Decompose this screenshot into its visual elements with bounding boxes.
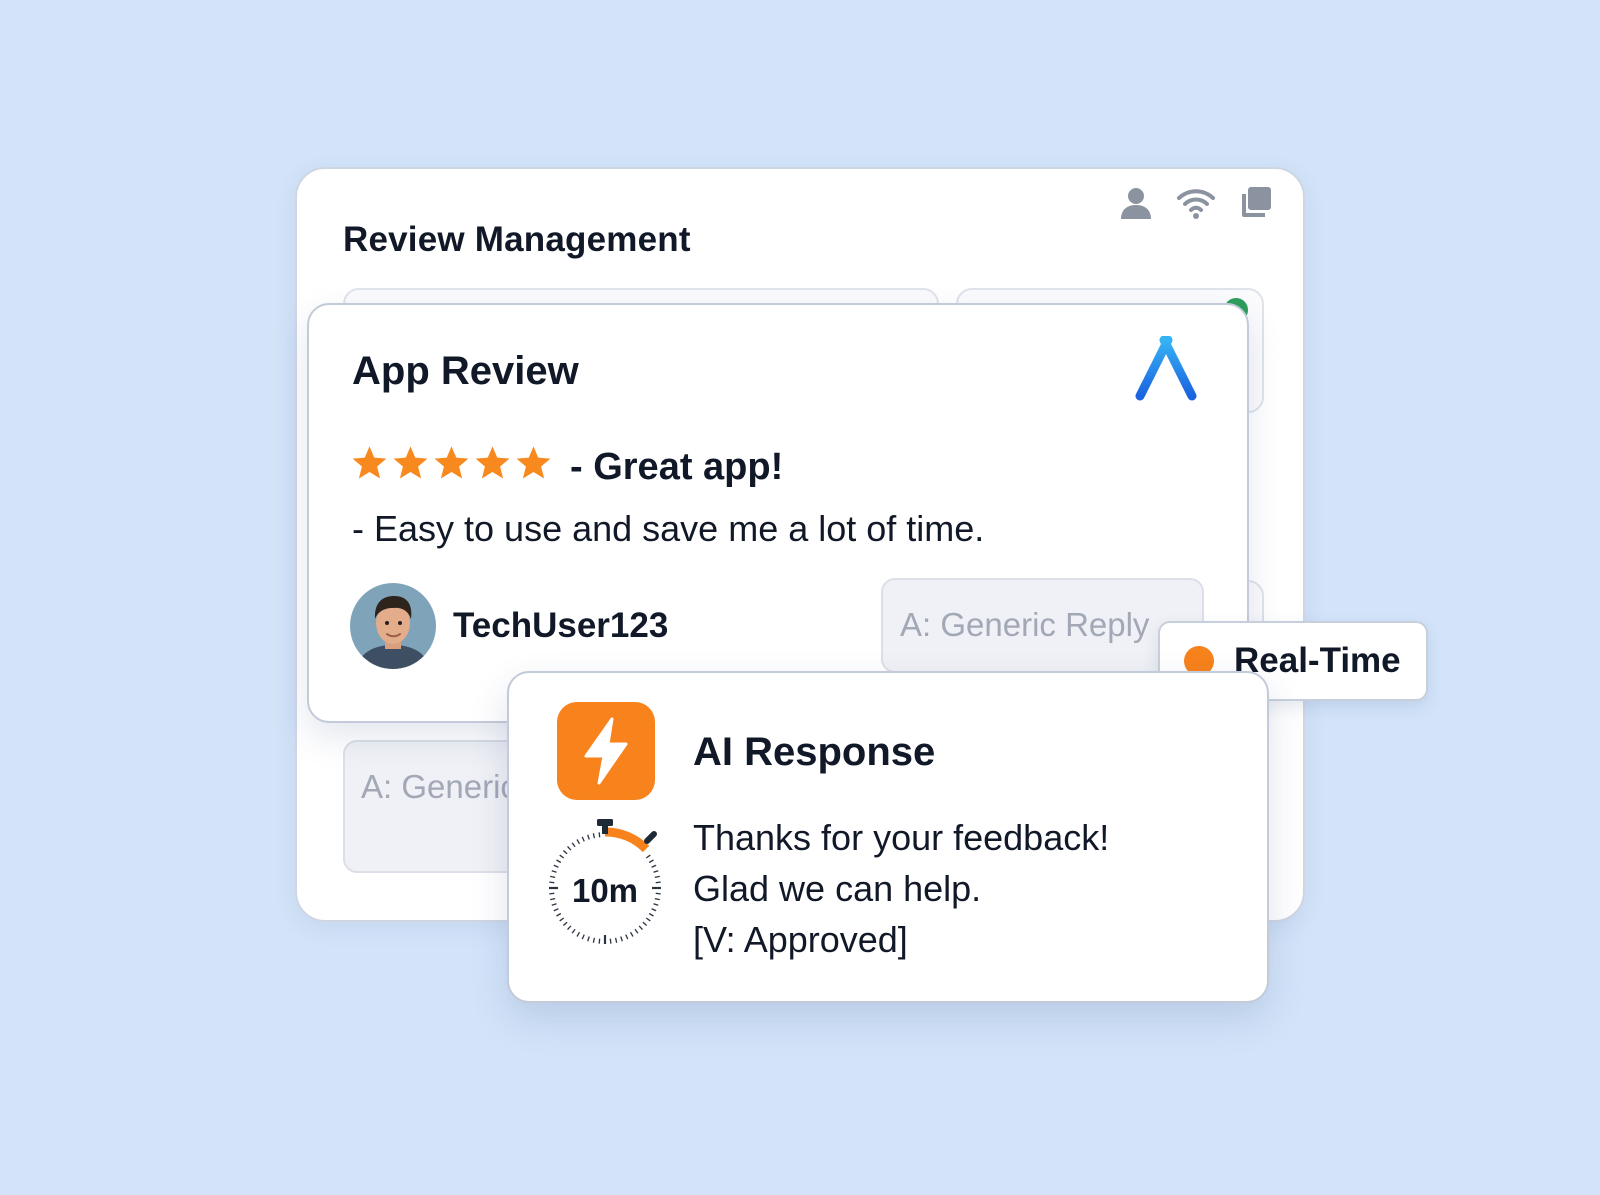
ai-response-line: Glad we can help. [693, 868, 982, 909]
ai-response-line: [V: Approved] [693, 919, 908, 960]
wifi-icon[interactable] [1176, 186, 1216, 220]
copy-icon[interactable] [1238, 185, 1274, 221]
star-icon [475, 446, 510, 479]
ai-response-line: Thanks for your feedback! [693, 817, 1110, 858]
star-icon [352, 446, 387, 479]
stopwatch-tick [620, 936, 623, 942]
timer-label: 10m [572, 872, 638, 909]
reviewer-username: TechUser123 [453, 606, 669, 645]
window-title: Review Management [343, 220, 691, 259]
stopwatch-tick [581, 836, 585, 842]
stopwatch-tick [550, 897, 556, 901]
star-icon [516, 446, 551, 479]
review-card-title: App Review [352, 349, 579, 393]
stopwatch-tick [625, 934, 629, 940]
stopwatch-icon: 10m [540, 815, 670, 960]
stopwatch-tick [556, 912, 562, 917]
stopwatch-tick [654, 897, 660, 901]
stopwatch-tick [653, 903, 659, 906]
stopwatch-tick [587, 834, 590, 840]
star-icon [434, 446, 469, 479]
ai-response-title: AI Response [693, 730, 936, 774]
stopwatch-tick [609, 938, 612, 944]
stopwatch-tick [553, 908, 559, 912]
user-icon[interactable] [1118, 185, 1154, 221]
stopwatch-tick [653, 870, 659, 873]
stopwatch-tick [655, 892, 661, 895]
stopwatch-tick [567, 845, 572, 851]
reply-input[interactable]: A: Generic Reply [881, 578, 1204, 673]
stopwatch-tick [567, 925, 572, 931]
stopwatch-tick [551, 903, 557, 906]
stopwatch-tick [592, 833, 596, 839]
star-rating [350, 444, 553, 482]
stopwatch-tick [634, 928, 639, 934]
stopwatch-tick [648, 912, 654, 917]
star-icon [393, 446, 428, 479]
stopwatch-tick [651, 908, 657, 912]
stopwatch-tick [559, 917, 565, 922]
stopwatch-tick [550, 875, 556, 879]
stopwatch-tick [645, 917, 651, 922]
stopwatch-tick [556, 859, 562, 864]
stopwatch-tick [571, 842, 576, 848]
stopwatch-tick [587, 936, 590, 942]
stopwatch-tick [629, 931, 634, 937]
stopwatch-tick [614, 937, 618, 943]
stopwatch-tick [549, 892, 555, 895]
stopwatch-tick [551, 870, 557, 873]
stopwatch-tick [576, 839, 581, 845]
stopwatch-tick [559, 854, 565, 859]
ai-response-text: Thanks for your feedback! Glad we can he… [693, 812, 1109, 965]
header-toolbar [1118, 185, 1274, 221]
stopwatch-tick [576, 931, 581, 937]
stopwatch-tick [638, 925, 643, 931]
lightning-bolt-icon [557, 702, 655, 800]
stopwatch-tick [642, 921, 648, 926]
stopwatch-tick [549, 881, 555, 884]
stopwatch-tick [654, 875, 660, 879]
review-headline: - Great app! [570, 446, 784, 488]
stopwatch-tick [598, 938, 601, 944]
stopwatch-tick [553, 864, 559, 868]
stopwatch-tick [651, 864, 657, 868]
stopwatch-tick [562, 850, 568, 855]
stopwatch-tick [592, 937, 596, 943]
stopwatch-tick [645, 854, 651, 859]
stopwatch-tick [571, 928, 576, 934]
stopwatch-tick [598, 832, 601, 838]
app-store-icon [1130, 335, 1202, 407]
review-body: - Easy to use and save me a lot of time. [352, 508, 985, 549]
stopwatch-tick [648, 859, 654, 864]
stopwatch-tick [655, 881, 661, 884]
stopwatch-tick [581, 934, 585, 940]
avatar [350, 583, 436, 669]
stopwatch-tick [562, 921, 568, 926]
